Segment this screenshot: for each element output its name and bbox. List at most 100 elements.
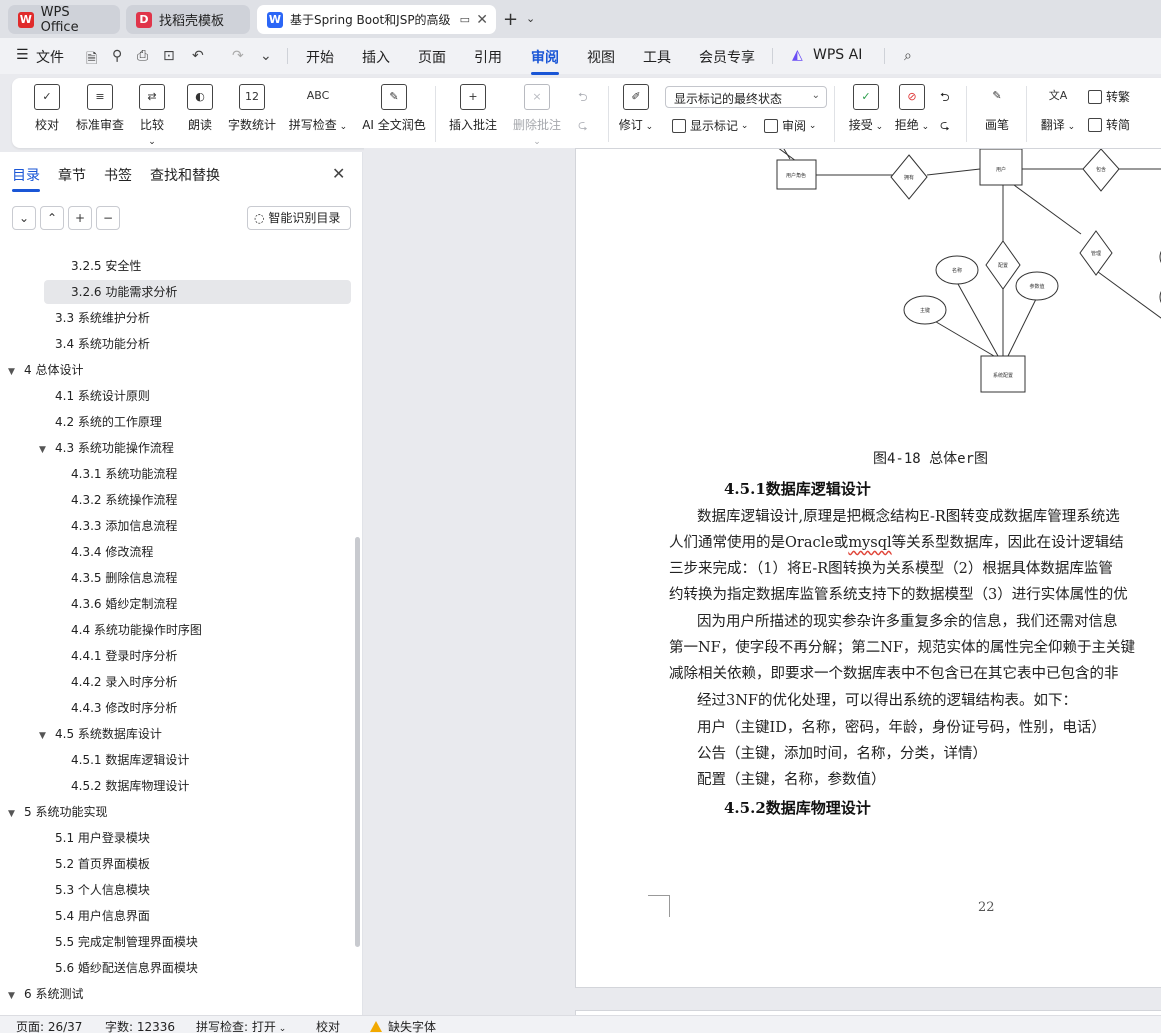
- close-icon[interactable]: ✕: [332, 164, 345, 183]
- menu-view[interactable]: 视图: [587, 47, 615, 67]
- close-icon[interactable]: ✕: [476, 12, 488, 28]
- to-simplified-button[interactable]: 转简: [1088, 116, 1130, 133]
- print-icon[interactable]: ⎙: [137, 48, 148, 64]
- toc-item[interactable]: ▼ 4.5 系统数据库设计: [39, 722, 162, 746]
- toc-item[interactable]: ▼ 5 系统功能实现: [8, 800, 107, 824]
- page-indicator[interactable]: 页面: 26/37: [16, 1018, 82, 1033]
- spell-check-indicator[interactable]: 拼写检查: 打开 ⌄: [196, 1018, 286, 1033]
- toc-item[interactable]: 4.2 系统的工作原理: [55, 410, 162, 434]
- scrollbar[interactable]: [355, 537, 360, 947]
- menu-member[interactable]: 会员专享: [699, 47, 755, 67]
- menu-tools[interactable]: 工具: [643, 47, 671, 67]
- ai-polish-button[interactable]: ✎ AI 全文润色: [358, 84, 430, 133]
- toc-item[interactable]: 4.1 系统设计原则: [55, 384, 150, 408]
- menu-start[interactable]: 开始: [306, 47, 334, 67]
- menu-wps-ai[interactable]: WPS AI: [813, 47, 862, 63]
- missing-font-indicator[interactable]: 缺失字体: [370, 1018, 436, 1033]
- chevron-down-icon[interactable]: ⌄: [526, 12, 535, 25]
- translate-button[interactable]: 文A 翻译 ⌄: [1038, 84, 1078, 133]
- expand-triangle-icon[interactable]: ▼: [8, 984, 20, 1008]
- next-change-icon[interactable]: ⮎: [940, 116, 950, 137]
- wps-ai-icon[interactable]: ◭: [792, 47, 803, 63]
- link-icon[interactable]: ⚲: [112, 48, 122, 64]
- proof-indicator[interactable]: 校对: [316, 1018, 340, 1033]
- markup-mode-select[interactable]: 显示标记的最终状态 ⌄: [665, 86, 827, 108]
- toc-item[interactable]: ▼ 6 系统测试: [8, 982, 83, 1006]
- menu-insert[interactable]: 插入: [362, 47, 390, 67]
- tab-toc[interactable]: 目录: [12, 165, 40, 192]
- tab-docer-templates[interactable]: D 找稻壳模板: [126, 5, 250, 34]
- show-markup-button[interactable]: 显示标记 ⌄: [672, 117, 748, 134]
- spell-check-button[interactable]: ABC 拼写检查 ⌄: [287, 84, 349, 133]
- accept-button[interactable]: ✓ 接受 ⌄: [848, 84, 884, 133]
- menu-file[interactable]: 文件: [36, 47, 64, 67]
- track-changes-button[interactable]: ✐ 修订 ⌄: [618, 84, 654, 133]
- to-traditional-button[interactable]: 转繁: [1088, 88, 1130, 105]
- reject-button[interactable]: ⊘ 拒绝 ⌄: [894, 84, 930, 133]
- new-tab-button[interactable]: +: [503, 9, 518, 30]
- smart-toc-button[interactable]: ◌ 智能识别目录: [247, 206, 351, 230]
- remove-entry-button[interactable]: −: [96, 206, 120, 230]
- toc-item[interactable]: 4.3.6 婚纱定制流程: [71, 592, 177, 616]
- menu-review[interactable]: 审阅: [531, 47, 559, 75]
- proofread-button[interactable]: ✓ 校对: [32, 84, 62, 133]
- toc-item[interactable]: 4.3.1 系统功能流程: [71, 462, 177, 486]
- toc-item[interactable]: 4.4.3 修改时序分析: [71, 696, 177, 720]
- toc-item[interactable]: 5.2 首页界面模板: [55, 852, 150, 876]
- toc-item[interactable]: 4.3.5 删除信息流程: [71, 566, 177, 590]
- ink-button[interactable]: ✎ 画笔: [980, 84, 1014, 133]
- redo-icon[interactable]: ↷: [232, 48, 244, 64]
- toc-item[interactable]: 4.5.1 数据库逻辑设计: [71, 748, 189, 772]
- toc-item[interactable]: 5.1 用户登录模块: [55, 826, 150, 850]
- expand-triangle-icon[interactable]: ▼: [8, 360, 20, 384]
- tab-bookmarks[interactable]: 书签: [104, 165, 132, 185]
- expand-triangle-icon[interactable]: ▼: [39, 438, 51, 462]
- toc-item[interactable]: 4.4 系统功能操作时序图: [71, 618, 202, 642]
- toc-item[interactable]: 3.3 系统维护分析: [55, 306, 150, 330]
- insert-comment-button[interactable]: + 插入批注: [448, 84, 498, 133]
- toc-item[interactable]: 5.6 婚纱配送信息界面模块: [55, 956, 198, 980]
- previous-comment-icon[interactable]: ⮌: [578, 88, 588, 109]
- toc-item[interactable]: 3.4 系统功能分析: [55, 332, 150, 356]
- toc-item[interactable]: 5.3 个人信息模块: [55, 878, 150, 902]
- tab-document[interactable]: W 基于Spring Boot和JSP的高级 ▭ ✕: [257, 5, 496, 34]
- save-icon[interactable]: 🗎: [86, 48, 97, 72]
- search-icon[interactable]: ⌕: [904, 48, 912, 64]
- next-comment-icon[interactable]: ⮎: [578, 116, 588, 137]
- expand-triangle-icon[interactable]: ▼: [39, 724, 51, 748]
- print-preview-icon[interactable]: ⊡: [163, 48, 175, 64]
- toc-item[interactable]: 4.4.2 录入时序分析: [71, 670, 177, 694]
- menu-references[interactable]: 引用: [474, 47, 502, 67]
- toc-item[interactable]: 4.3.2 系统操作流程: [71, 488, 177, 512]
- tab-sections[interactable]: 章节: [58, 165, 86, 185]
- toc-item[interactable]: 5.4 用户信息界面: [55, 904, 150, 928]
- hamburger-icon[interactable]: ☰: [16, 47, 29, 63]
- word-count-indicator[interactable]: 字数: 12336: [105, 1018, 175, 1033]
- chevron-down-icon[interactable]: ⌄: [260, 48, 272, 64]
- add-entry-button[interactable]: +: [68, 206, 92, 230]
- tab-wps-office[interactable]: W WPS Office: [8, 5, 120, 35]
- previous-change-icon[interactable]: ⮌: [940, 88, 950, 109]
- review-pane-button[interactable]: 审阅 ⌄: [764, 117, 816, 134]
- standard-review-button[interactable]: ≡ 标准审查: [74, 84, 126, 133]
- tab-find-replace[interactable]: 查找和替换: [150, 165, 220, 185]
- delete-comment-button[interactable]: × 删除批注 ⌄: [508, 84, 566, 147]
- toc-item[interactable]: ▼ 4 总体设计: [8, 358, 83, 382]
- toc-item[interactable]: 3.2.6 功能需求分析: [44, 280, 351, 304]
- undo-icon[interactable]: ↶: [192, 48, 204, 64]
- menu-page[interactable]: 页面: [418, 47, 446, 67]
- toc-item[interactable]: 4.5.2 数据库物理设计: [71, 774, 189, 798]
- screen-icon[interactable]: ▭: [460, 13, 470, 26]
- toc-item[interactable]: 4.4.1 登录时序分析: [71, 644, 177, 668]
- expand-triangle-icon[interactable]: ▼: [8, 802, 20, 826]
- toc-item[interactable]: 5.5 完成定制管理界面模块: [55, 930, 198, 954]
- toc-item[interactable]: 4.3.3 添加信息流程: [71, 514, 177, 538]
- move-up-button[interactable]: ⌃: [40, 206, 64, 230]
- read-aloud-button[interactable]: ◐ 朗读: [186, 84, 214, 133]
- toc-item[interactable]: 4.3.4 修改流程: [71, 540, 153, 564]
- toc-item[interactable]: 3.2.5 安全性: [71, 254, 141, 278]
- word-count-button[interactable]: 12 字数统计: [227, 84, 277, 133]
- toc-item[interactable]: ▼ 4.3 系统功能操作流程: [39, 436, 174, 460]
- collapse-down-button[interactable]: ⌄: [12, 206, 36, 230]
- compare-button[interactable]: ⇄ 比较 ⌄: [135, 84, 169, 147]
